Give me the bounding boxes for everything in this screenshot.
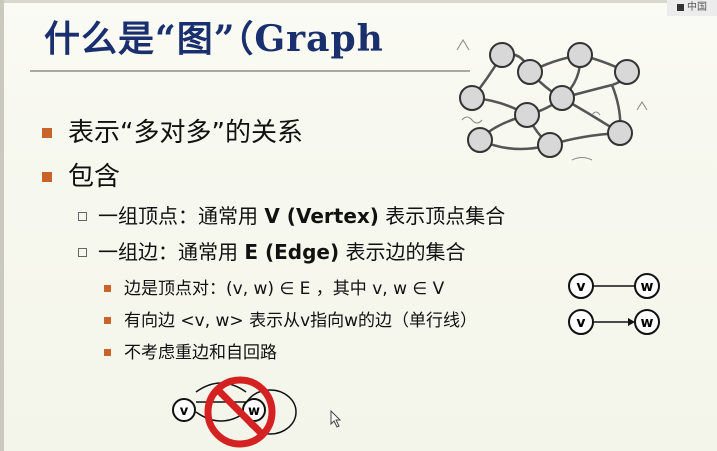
left-border bbox=[0, 0, 4, 451]
bullet-text: 表示“多对多”的关系 bbox=[68, 118, 303, 148]
badge-icon bbox=[677, 3, 684, 11]
node-w-label: w bbox=[641, 315, 654, 331]
bullet-text: 包含 bbox=[68, 162, 121, 192]
bullet-contains: 包含 bbox=[42, 162, 121, 192]
sub-sub-bullet-no-loops: 不考虑重边和自回路 bbox=[104, 342, 277, 364]
node-w-label: w bbox=[248, 404, 260, 419]
sub-bullet-marker bbox=[78, 212, 87, 221]
bullet-marker bbox=[42, 172, 52, 182]
sub-sub-bullet-directed: 有向边 <v, w> 表示从v指向w的边（单行线） bbox=[104, 310, 478, 332]
sub-bullet-vertex: 一组顶点：通常用 V (Vertex) 表示顶点集合 bbox=[78, 204, 506, 228]
directed-edge-diagram: v w bbox=[568, 309, 660, 335]
sub-sub-bullet-text: 边是顶点对：(v, w) ∈ E ，其中 v, w ∈ V bbox=[124, 279, 445, 299]
slide-title: 什么是“图”（Graph bbox=[44, 18, 384, 60]
node-v-label: v bbox=[180, 404, 189, 419]
corner-badge: 中国 bbox=[667, 0, 717, 16]
undirected-edge-diagram: v w bbox=[568, 273, 660, 299]
sub-bullet-suffix: 表示边的集合 bbox=[339, 240, 466, 264]
node-w-label: w bbox=[641, 279, 654, 295]
title-divider bbox=[30, 70, 470, 72]
sub-sub-bullet-vertex-pair: 边是顶点对：(v, w) ∈ E ，其中 v, w ∈ V bbox=[104, 278, 445, 300]
graph-illustration bbox=[456, 39, 648, 161]
sub-bullet-marker bbox=[78, 248, 87, 257]
arrow-head-icon bbox=[628, 318, 635, 326]
badge-label: 中国 bbox=[687, 2, 707, 13]
sub-sub-bullet-marker bbox=[104, 317, 111, 324]
sub-sub-bullet-marker bbox=[104, 349, 111, 356]
mouse-cursor-icon bbox=[330, 410, 342, 428]
bullet-marker bbox=[42, 128, 52, 138]
sub-sub-bullet-text: 不考虑重边和自回路 bbox=[124, 343, 277, 363]
sub-sub-bullet-marker bbox=[104, 285, 111, 292]
sub-bullet-prefix: 一组边：通常用 bbox=[98, 240, 245, 264]
node-v-label: v bbox=[576, 315, 585, 331]
sub-bullet-bold: E (Edge) bbox=[244, 240, 340, 264]
top-border bbox=[0, 0, 717, 3]
sub-bullet-suffix: 表示顶点集合 bbox=[378, 204, 506, 228]
bullet-many-to-many: 表示“多对多”的关系 bbox=[42, 118, 303, 148]
sub-sub-bullet-text: 有向边 <v, w> 表示从v指向w的边（单行线） bbox=[124, 311, 478, 331]
sub-bullet-prefix: 一组顶点：通常用 bbox=[98, 204, 265, 228]
sub-bullet-edge: 一组边：通常用 E (Edge) 表示边的集合 bbox=[78, 240, 466, 264]
sub-bullet-bold: V (Vertex) bbox=[264, 204, 379, 228]
node-v-label: v bbox=[576, 279, 585, 295]
forbidden-diagram: v w bbox=[172, 376, 297, 448]
